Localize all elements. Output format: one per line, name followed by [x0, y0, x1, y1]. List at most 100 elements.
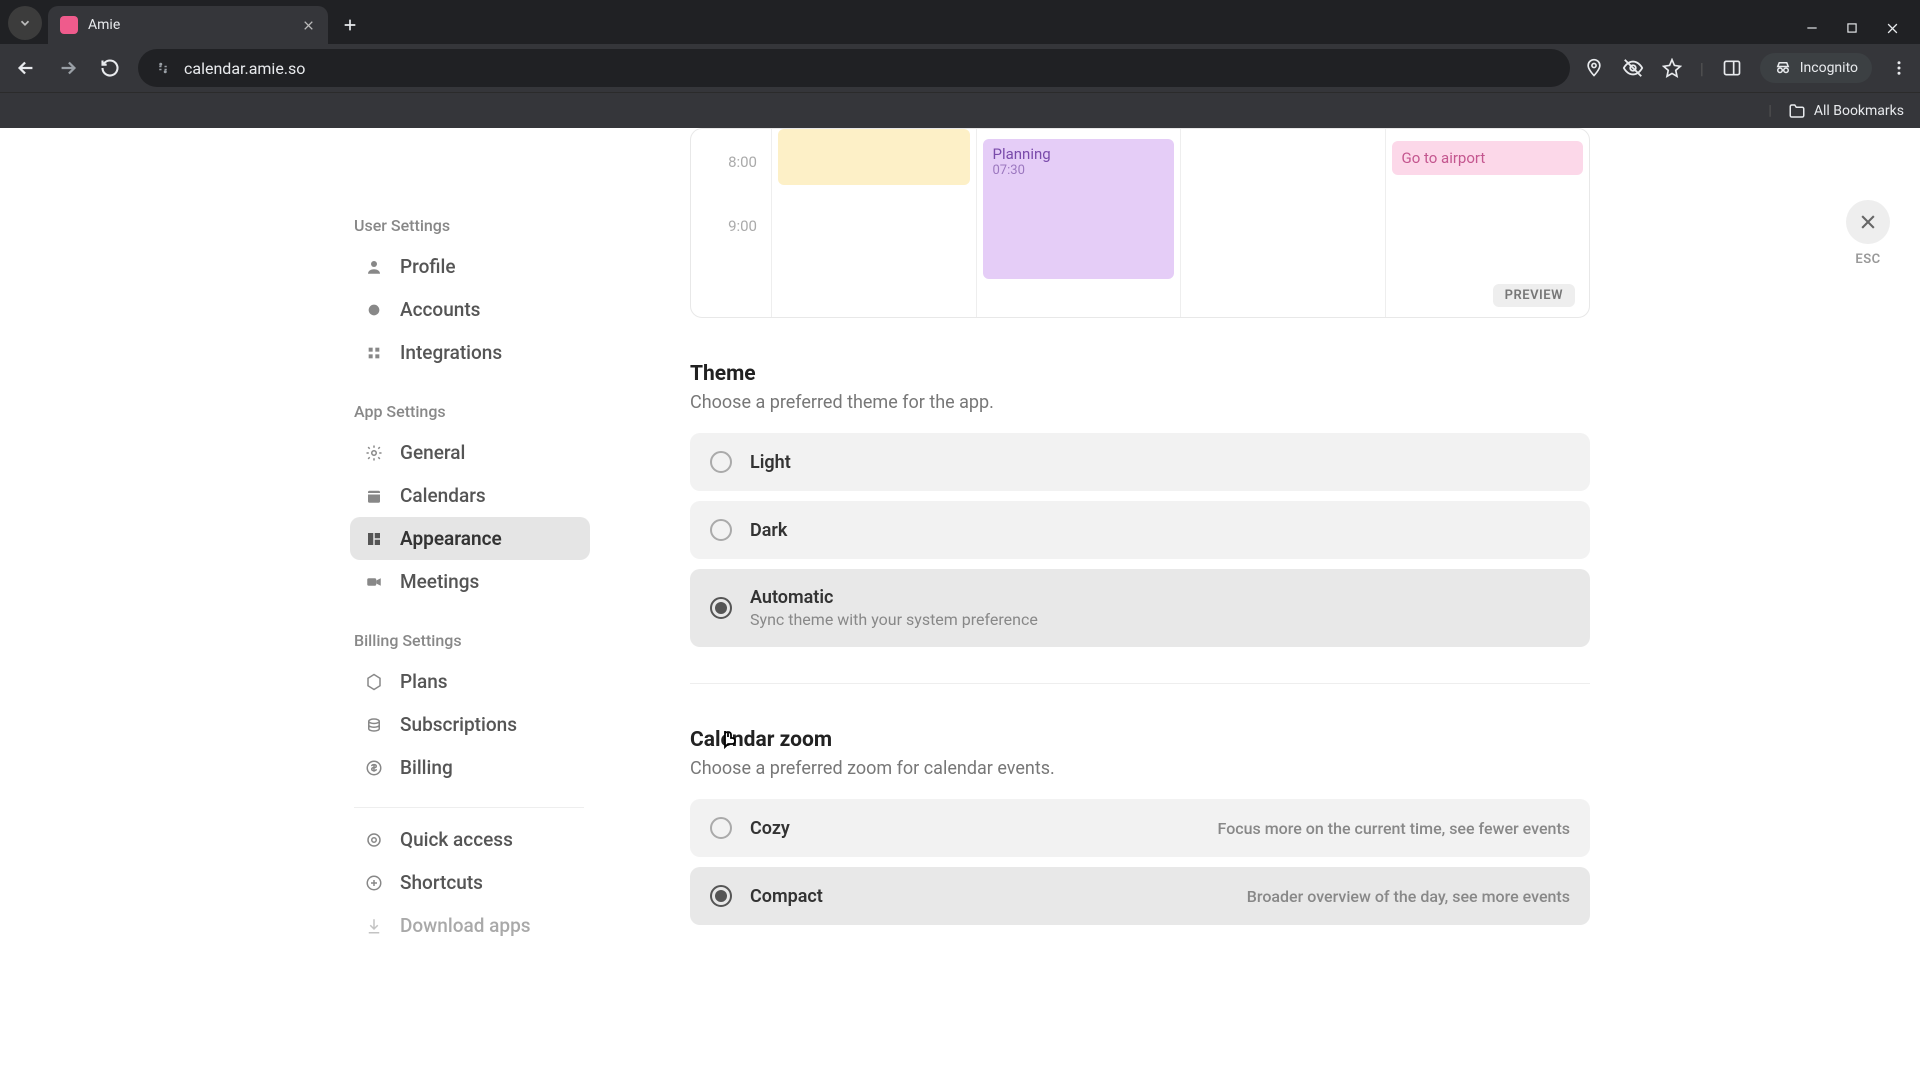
option-label: Cozy	[750, 818, 1200, 839]
sidebar-heading-billing: Billing Settings	[354, 631, 610, 650]
sidebar-item-shortcuts[interactable]: Shortcuts	[350, 861, 590, 904]
sidebar-item-subscriptions[interactable]: Subscriptions	[350, 703, 590, 746]
sidebar-item-label: Appearance	[400, 527, 502, 550]
zoom-title: Calendar zoom	[690, 728, 1590, 752]
all-bookmarks-link[interactable]: All Bookmarks	[1814, 103, 1904, 119]
theme-option-light[interactable]: Light	[690, 433, 1590, 491]
radio-icon	[710, 885, 732, 907]
incognito-label: Incognito	[1800, 60, 1858, 76]
sidebar-item-appearance[interactable]: Appearance	[350, 517, 590, 560]
window-controls	[1805, 21, 1920, 44]
theme-desc: Choose a preferred theme for the app.	[690, 392, 1590, 413]
sidebar-item-download[interactable]: Download apps	[350, 904, 590, 947]
video-icon	[364, 572, 384, 592]
close-icon	[1858, 212, 1878, 232]
zoom-section: Calendar zoom Choose a preferred zoom fo…	[690, 728, 1590, 925]
sidebar-item-label: Calendars	[400, 484, 486, 507]
theme-option-dark[interactable]: Dark	[690, 501, 1590, 559]
theme-option-automatic[interactable]: Automatic Sync theme with your system pr…	[690, 569, 1590, 647]
option-sublabel: Sync theme with your system preference	[750, 610, 1570, 629]
preview-grid: Planning 07:30 Go to airport	[771, 129, 1589, 317]
sidebar-item-plans[interactable]: Plans	[350, 660, 590, 703]
download-icon	[364, 916, 384, 936]
sidebar-item-meetings[interactable]: Meetings	[350, 560, 590, 603]
minimize-icon[interactable]	[1805, 21, 1819, 36]
folder-icon	[1788, 102, 1806, 120]
event-planning: Planning 07:30	[983, 139, 1175, 279]
close-window-icon[interactable]	[1885, 21, 1900, 36]
theme-section: Theme Choose a preferred theme for the a…	[690, 362, 1590, 647]
command-icon	[364, 873, 384, 893]
bookmarks-bar: | All Bookmarks	[0, 92, 1920, 128]
sidebar-item-integrations[interactable]: Integrations	[350, 331, 590, 374]
radio-icon	[710, 519, 732, 541]
sidebar-item-accounts[interactable]: Accounts	[350, 288, 590, 331]
kebab-menu-icon[interactable]	[1890, 59, 1908, 77]
sidebar-item-calendars[interactable]: Calendars	[350, 474, 590, 517]
sidebar-item-quick-access[interactable]: Quick access	[350, 818, 590, 861]
settings-sidebar: User Settings Profile Accounts Integrati…	[0, 128, 610, 1080]
target-icon	[364, 830, 384, 850]
preview-badge: PREVIEW	[1493, 284, 1575, 307]
favicon-icon	[60, 16, 78, 34]
time-label: 9:00	[691, 193, 757, 257]
sidebar-item-label: Shortcuts	[400, 871, 483, 894]
coins-icon	[364, 715, 384, 735]
radio-icon	[710, 597, 732, 619]
close-button[interactable]	[1846, 200, 1890, 244]
url-text: calendar.amie.so	[184, 59, 305, 78]
address-bar: calendar.amie.so | Incognito	[0, 44, 1920, 92]
location-icon[interactable]	[1584, 58, 1604, 78]
app-body: User Settings Profile Accounts Integrati…	[0, 128, 1920, 1080]
event-airport: Go to airport	[1392, 141, 1584, 175]
zoom-desc: Choose a preferred zoom for calendar eve…	[690, 758, 1590, 779]
section-divider	[690, 683, 1590, 684]
sidepanel-icon[interactable]	[1722, 58, 1742, 78]
grid-icon	[364, 343, 384, 363]
person-icon	[364, 257, 384, 277]
browser-tab[interactable]: Amie	[48, 6, 328, 44]
zoom-option-compact[interactable]: Compact Broader overview of the day, see…	[690, 867, 1590, 925]
sidebar-item-label: Quick access	[400, 828, 513, 851]
sidebar-item-profile[interactable]: Profile	[350, 245, 590, 288]
sidebar-item-label: Download apps	[400, 914, 531, 937]
event-yellow	[778, 129, 970, 185]
option-label: Light	[750, 452, 791, 473]
forward-icon[interactable]	[54, 54, 82, 82]
tab-close-icon[interactable]	[300, 17, 316, 33]
sidebar-heading-user: User Settings	[354, 216, 610, 235]
calendar-icon	[364, 486, 384, 506]
settings-main: 07:00 8:00 9:00 Planning 07:30	[610, 128, 1920, 1080]
option-label: Dark	[750, 520, 787, 541]
new-tab-button[interactable]	[334, 9, 366, 41]
gear-icon	[364, 443, 384, 463]
hexagon-icon	[364, 672, 384, 692]
sidebar-item-label: Profile	[400, 255, 456, 278]
tab-search-button[interactable]	[8, 6, 42, 40]
esc-label: ESC	[1846, 252, 1890, 267]
tracking-icon[interactable]	[1622, 57, 1644, 79]
star-icon[interactable]	[1662, 58, 1682, 78]
omnibox[interactable]: calendar.amie.so	[138, 49, 1570, 87]
time-label: 8:00	[691, 129, 757, 193]
option-label: Compact	[750, 886, 1229, 907]
maximize-icon[interactable]	[1845, 21, 1859, 36]
sidebar-item-label: General	[400, 441, 465, 464]
browser-chrome: Amie calendar.amie.so |	[0, 0, 1920, 128]
theme-title: Theme	[690, 362, 1590, 386]
site-settings-icon[interactable]	[154, 59, 172, 77]
sidebar-item-label: Subscriptions	[400, 713, 517, 736]
event-title: Planning	[993, 145, 1165, 163]
calendar-preview: 07:00 8:00 9:00 Planning 07:30	[690, 128, 1590, 318]
incognito-badge[interactable]: Incognito	[1760, 53, 1872, 83]
sidebar-item-label: Meetings	[400, 570, 479, 593]
event-title: Go to airport	[1402, 149, 1486, 167]
reload-icon[interactable]	[96, 54, 124, 82]
zoom-option-cozy[interactable]: Cozy Focus more on the current time, see…	[690, 799, 1590, 857]
time-axis: 8:00 9:00	[691, 129, 771, 257]
sidebar-item-label: Integrations	[400, 341, 502, 364]
tab-bar: Amie	[0, 0, 1920, 44]
back-icon[interactable]	[12, 54, 40, 82]
sidebar-item-billing[interactable]: Billing	[350, 746, 590, 789]
sidebar-item-general[interactable]: General	[350, 431, 590, 474]
